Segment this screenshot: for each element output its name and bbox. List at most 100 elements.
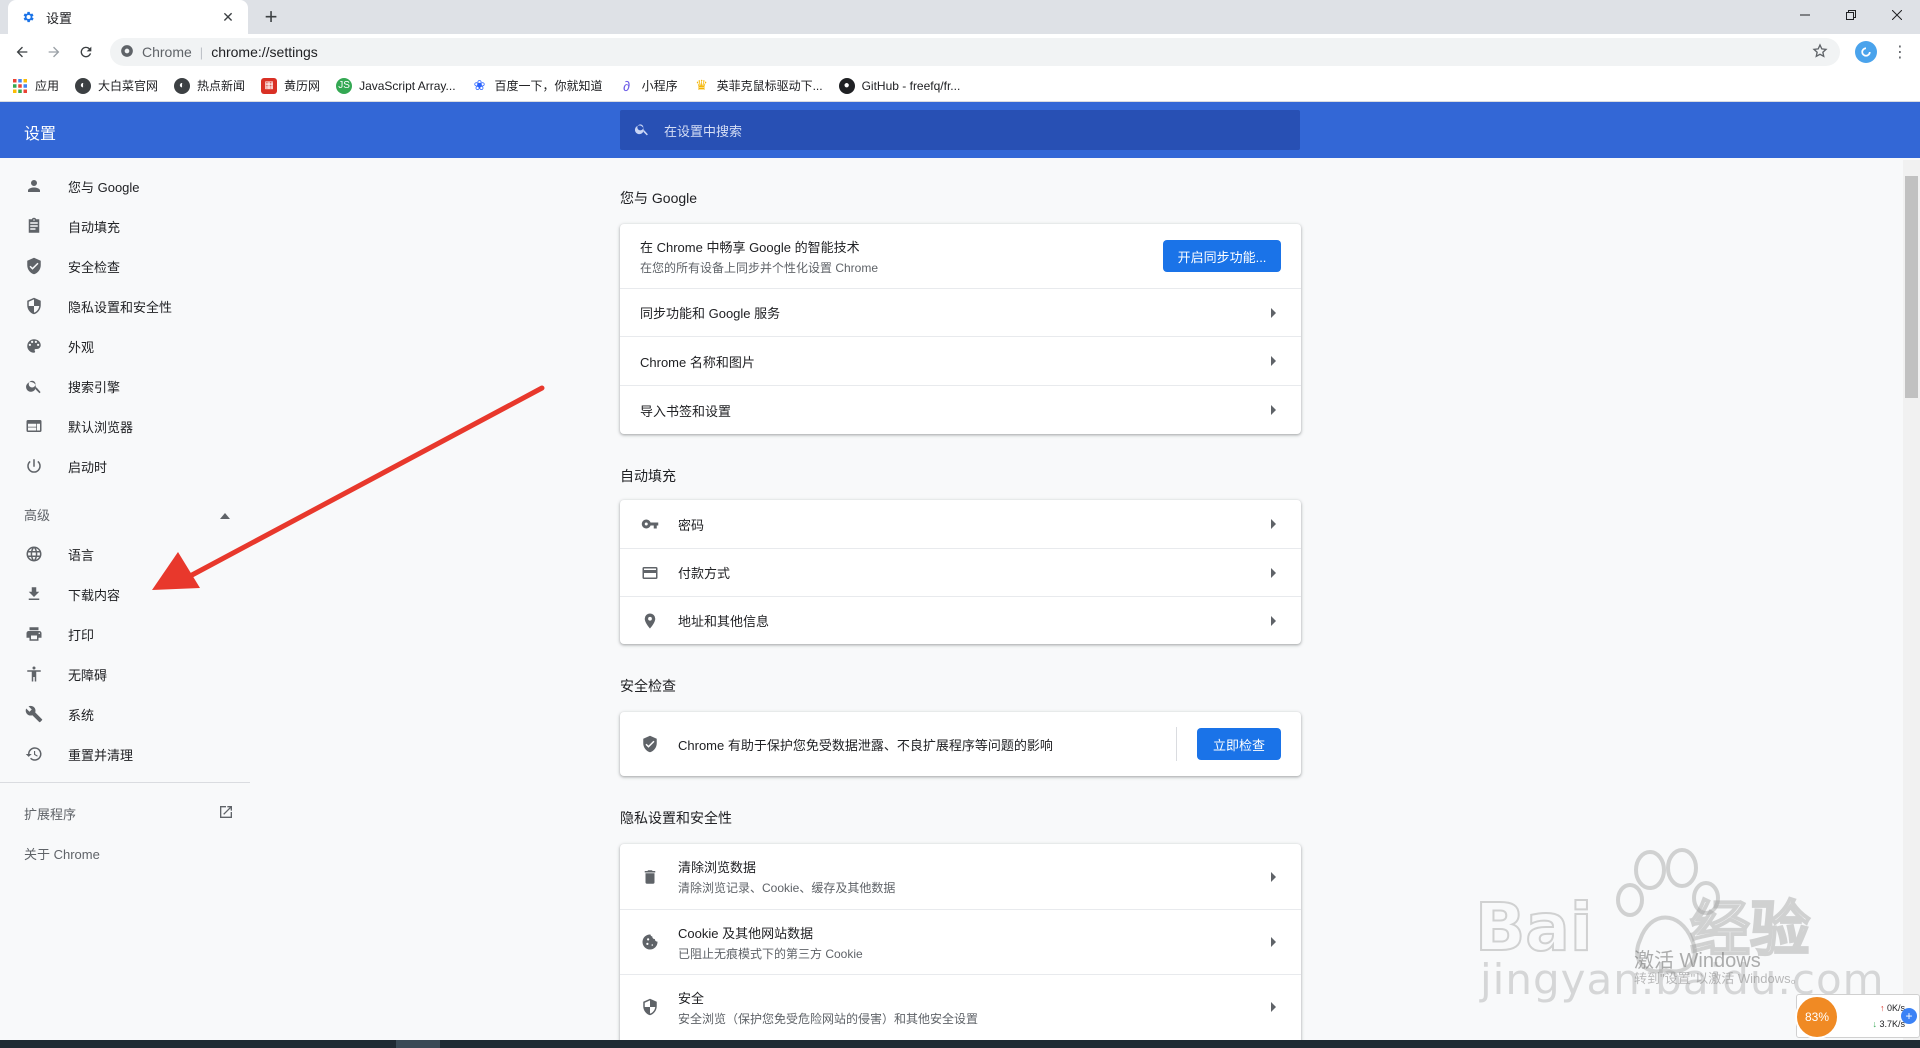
sidebar-item-about[interactable]: 关于 Chrome [24,844,100,863]
browser-icon [24,416,44,436]
wrench-icon [24,704,44,724]
bookmark-item[interactable]: ♛ 英菲克鼠标驱动下... [694,77,822,94]
cookie-icon [640,932,660,952]
row-label: 安全 [678,990,705,1006]
sidebar-item-label: 外观 [68,339,95,355]
sidebar-item-label: 扩展程序 [24,807,77,822]
sidebar-item-on-startup[interactable]: 启动时 [0,446,250,486]
sidebar-item-accessibility[interactable]: 无障碍 [0,654,250,694]
browser-toolbar: Chrome | chrome://settings ⋮ [0,34,1920,70]
settings-search-input[interactable]: 在设置中搜索 [620,110,1300,150]
check-now-button[interactable]: 立即检查 [1197,728,1281,760]
section-title-you-google: 您与 Google [620,190,698,206]
chevron-right-icon [1265,999,1281,1015]
sidebar-item-appearance[interactable]: 外观 [0,326,250,366]
chevron-right-icon [1265,402,1281,418]
arrow-down-icon: ↓ [1872,1019,1877,1029]
row-label: 清除浏览数据 [678,860,757,875]
advanced-toggle[interactable]: 高级 [24,505,230,524]
row-security[interactable]: 安全 安全浏览（保护您免受危险网站的侵害）和其他安全设置 [620,974,1301,1039]
sidebar-item-label: 自动填充 [68,219,121,235]
row-label: 密码 [678,517,705,533]
row-payment-methods[interactable]: 付款方式 [620,548,1301,596]
accessibility-icon [24,664,44,684]
calendar-icon: ▦ [261,77,278,94]
chevron-right-icon [1265,516,1281,532]
advanced-label: 高级 [24,508,51,523]
restore-icon [24,744,44,764]
restore-button[interactable] [1828,0,1874,30]
bookmark-star-icon[interactable] [1812,43,1828,62]
globe-icon: ◐ [75,77,92,94]
person-icon [24,176,44,196]
sidebar-item-languages[interactable]: 语言 [0,534,250,574]
plus-icon[interactable]: + [1901,1008,1917,1024]
omnibox-site-name: Chrome [142,44,192,60]
sidebar-item-privacy[interactable]: 隐私设置和安全性 [0,286,250,326]
address-bar[interactable]: Chrome | chrome://settings [110,38,1840,66]
sidebar-item-extensions[interactable]: 扩展程序 [24,804,234,823]
sidebar-item-autofill[interactable]: 自动填充 [0,206,250,246]
sidebar-item-safety-check[interactable]: 安全检查 [0,246,250,286]
sidebar-item-printing[interactable]: 打印 [0,614,250,654]
back-icon[interactable] [10,40,34,64]
minimize-button[interactable] [1782,0,1828,30]
bookmark-item[interactable]: ▦ 黄历网 [261,77,320,94]
sidebar-item-you-google[interactable]: 您与 Google [0,166,250,206]
sidebar-item-default-browser[interactable]: 默认浏览器 [0,406,250,446]
card-safety-check: Chrome 有助于保护您免受数据泄露、不良扩展程序等问题的影响 立即检查 [620,712,1301,776]
close-window-button[interactable] [1874,0,1920,30]
card-privacy: 清除浏览数据 清除浏览记录、Cookie、缓存及其他数据 Cookie 及其他网… [620,844,1301,1048]
row-import-bookmarks[interactable]: 导入书签和设置 [620,385,1301,434]
forward-icon[interactable] [42,40,66,64]
network-speed-widget[interactable]: 83% ↑ 0K/s ↓ 3.7K/s + [1795,994,1920,1039]
extension-icon[interactable] [1855,41,1877,63]
row-addresses[interactable]: 地址和其他信息 [620,596,1301,644]
new-tab-button[interactable]: + [258,4,284,30]
row-chrome-name-picture[interactable]: Chrome 名称和图片 [620,336,1301,385]
sidebar-item-label: 打印 [68,627,95,643]
shield-icon [24,296,44,316]
settings-header: 设置 在设置中搜索 [0,102,1920,158]
chevron-right-icon [1265,613,1281,629]
memory-percent-badge: 83% [1795,995,1839,1039]
sidebar-item-reset[interactable]: 重置并清理 [0,734,250,774]
omnibox-separator: | [199,44,204,60]
bookmark-item[interactable]: ◐ 热点新闻 [174,77,245,94]
download-icon [24,584,44,604]
chevron-right-icon [1265,934,1281,950]
sidebar-item-search-engine[interactable]: 搜索引擎 [0,366,250,406]
row-cookies[interactable]: Cookie 及其他网站数据 已阻止无痕模式下的第三方 Cookie [620,909,1301,974]
close-tab-icon[interactable]: ✕ [220,9,236,25]
row-passwords[interactable]: 密码 [620,500,1301,548]
scrollbar-thumb[interactable] [1905,176,1918,398]
bookmark-item[interactable]: 应用 [12,77,59,94]
sidebar-item-downloads[interactable]: 下载内容 [0,574,250,614]
bookmark-label: 百度一下，你就知道 [494,79,603,93]
turn-on-sync-button[interactable]: 开启同步功能... [1163,240,1281,272]
apps-icon [12,78,28,94]
sidebar-item-label: 默认浏览器 [68,419,134,435]
bookmark-item[interactable]: ❀ 百度一下，你就知道 [472,77,603,94]
github-icon: ● [838,77,855,94]
row-clear-browsing-data[interactable]: 清除浏览数据 清除浏览记录、Cookie、缓存及其他数据 [620,844,1301,909]
bookmark-item[interactable]: ● GitHub - freefq/fr... [838,77,960,94]
section-title-autofill: 自动填充 [620,468,676,484]
more-menu-icon[interactable]: ⋮ [1890,40,1910,64]
key-icon [640,514,660,534]
bookmark-item[interactable]: JS JavaScript Array... [336,77,456,94]
shield-check-icon [640,734,660,754]
row-sync-services[interactable]: 同步功能和 Google 服务 [620,288,1301,336]
taskbar-item[interactable] [396,1040,440,1048]
sidebar-item-label: 重置并清理 [68,747,134,763]
tab-settings[interactable]: 设置 ✕ [8,0,248,34]
bookmarks-bar: 应用 ◐ 大白菜官网 ◐ 热点新闻 ▦ 黄历网 JS JavaScript Ar… [0,70,1920,102]
bookmark-label: 小程序 [641,79,678,93]
sidebar-item-system[interactable]: 系统 [0,694,250,734]
site-info-icon[interactable] [120,44,134,61]
credit-card-icon [640,563,660,583]
reload-icon[interactable] [74,40,98,64]
sidebar-item-label: 搜索引擎 [68,379,121,395]
bookmark-item[interactable]: ◐ 大白菜官网 [75,77,158,94]
bookmark-item[interactable]: ∂ 小程序 [619,77,678,94]
